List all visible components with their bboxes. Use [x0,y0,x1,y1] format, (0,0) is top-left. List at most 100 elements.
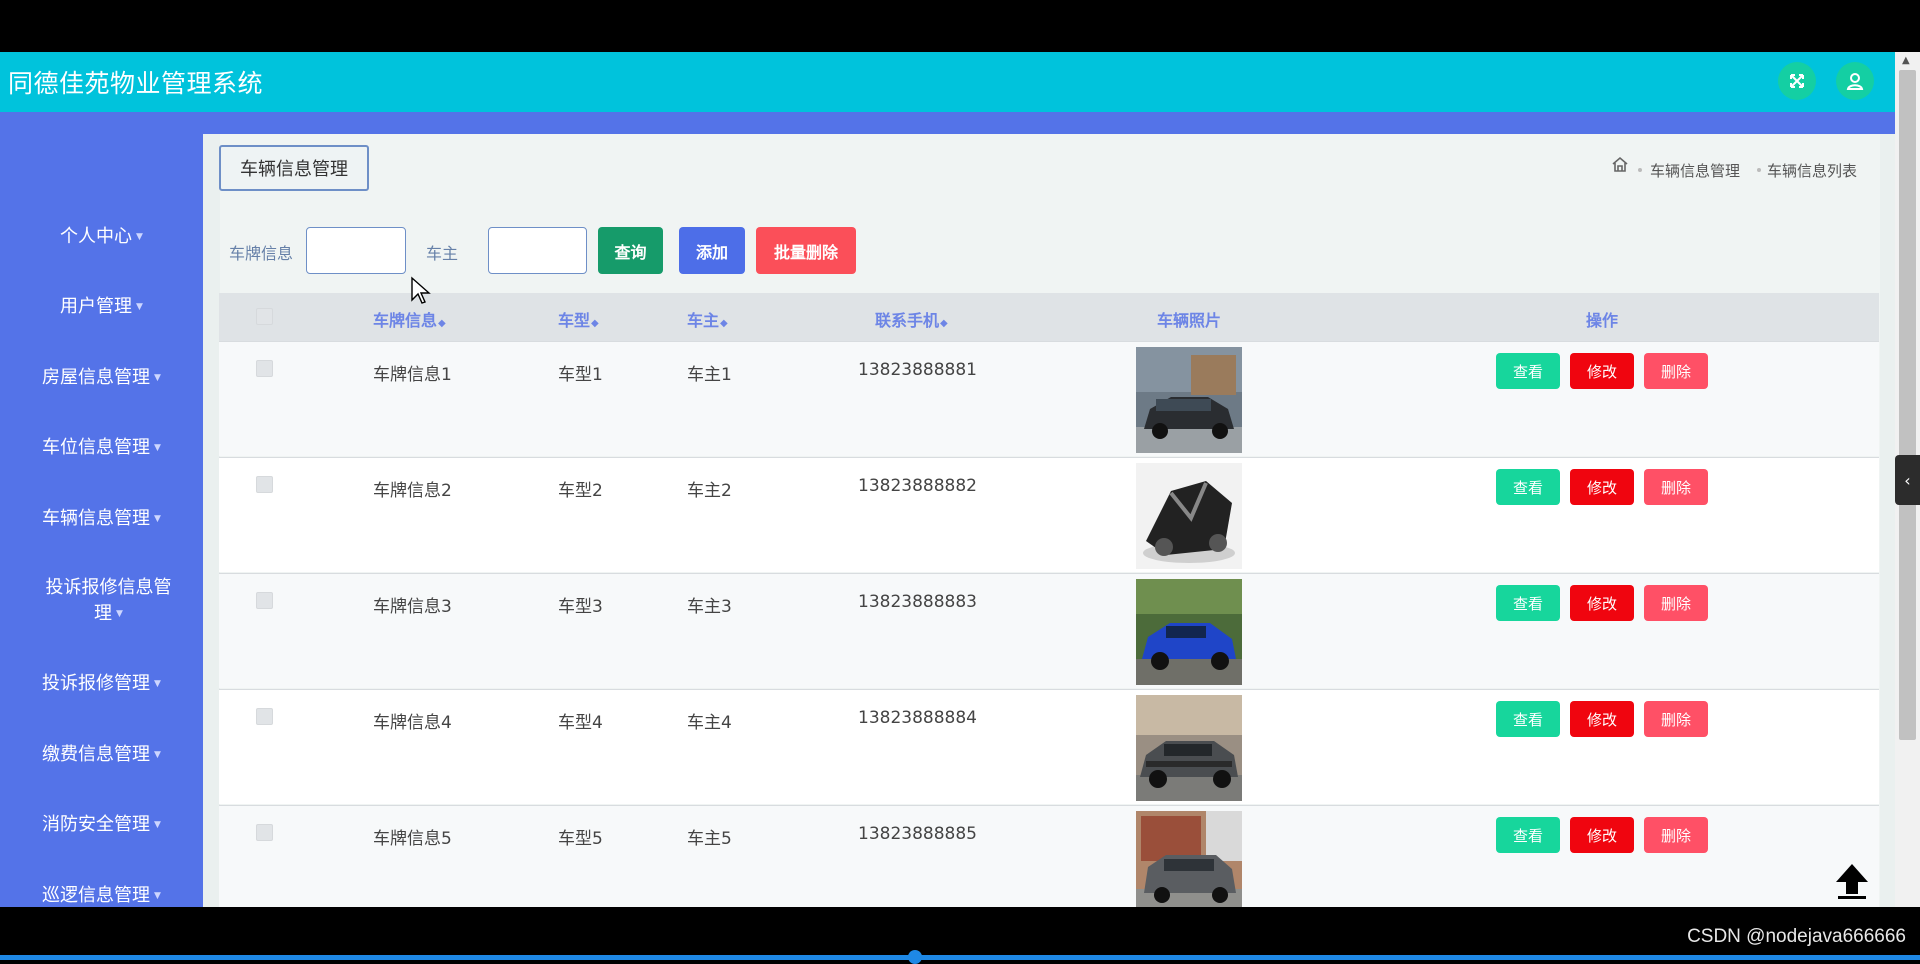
fullscreen-icon [1790,74,1804,88]
delete-button[interactable]: 删除 [1644,585,1708,621]
vehicle-photo[interactable] [1136,695,1242,801]
video-bottom-bar [0,907,1920,960]
edit-button[interactable]: 修改 [1570,701,1634,737]
row-checkbox[interactable] [256,824,273,841]
column-header-plate[interactable]: 车牌信息◆ [373,307,446,331]
sidebar-item-user-management[interactable]: 用户管理 ▼ [0,294,203,320]
vehicle-photo[interactable] [1136,347,1242,453]
home-icon[interactable] [1610,155,1630,175]
view-button[interactable]: 查看 [1496,817,1560,853]
row-checkbox[interactable] [256,708,273,725]
sort-icon: ◆ [591,318,599,329]
cell-owner: 车主2 [687,481,732,501]
vehicle-photo[interactable] [1136,463,1242,569]
cell-model: 车型4 [558,713,603,733]
sidebar-item-personal-center[interactable]: 个人中心 ▼ [0,224,203,250]
sidebar-item-parking-info[interactable]: 车位信息管理 ▼ [0,435,203,461]
sidebar-item-house-info[interactable]: 房屋信息管理 ▼ [0,365,203,391]
table-row: 车牌信息3 车型3 车主3 13823888883 查看 修改 删除 [219,573,1879,688]
header: 同德佳苑物业管理系统 [0,52,1895,112]
user-menu-button[interactable] [1836,62,1874,100]
column-header-owner[interactable]: 车主◆ [687,307,728,331]
view-button[interactable]: 查看 [1496,469,1560,505]
cell-plate: 车牌信息1 [373,365,452,385]
search-button[interactable]: 查询 [598,227,663,274]
table-row: 车牌信息4 车型4 车主4 13823888884 查看 修改 删除 [219,689,1879,804]
cell-phone: 13823888881 [858,360,977,380]
breadcrumb-separator [1638,168,1642,172]
scrollbar-thumb[interactable] [1899,70,1916,740]
car-image [1136,811,1242,908]
view-button[interactable]: 查看 [1496,585,1560,621]
caret-down-icon: ▼ [154,679,161,689]
video-top-bar [0,0,1920,52]
car-image [1136,463,1242,569]
vehicle-photo[interactable] [1136,579,1242,685]
edit-button[interactable]: 修改 [1570,585,1634,621]
video-progress-knob[interactable] [908,950,922,964]
caret-down-icon: ▼ [154,443,161,453]
delete-button[interactable]: 删除 [1644,701,1708,737]
view-button[interactable]: 查看 [1496,701,1560,737]
delete-button[interactable]: 删除 [1644,353,1708,389]
sidebar-item-complaint-repair[interactable]: 投诉报修管理 ▼ [0,671,203,697]
fullscreen-button[interactable] [1778,62,1816,100]
column-header-actions: 操作 [1586,311,1619,330]
cell-model: 车型2 [558,481,603,501]
cell-plate: 车牌信息5 [373,829,452,849]
row-checkbox[interactable] [256,592,273,609]
row-checkbox[interactable] [256,476,273,493]
batch-delete-button[interactable]: 批量删除 [756,227,856,274]
sidebar: 个人中心 ▼ 用户管理 ▼ 房屋信息管理 ▼ 车位信息管理 ▼ 车辆信息管理 ▼ 投诉报修… [0,134,203,907]
breadcrumb-separator [1757,168,1761,172]
delete-button[interactable]: 删除 [1644,469,1708,505]
table-row: 车牌信息2 车型2 车主2 13823888882 查看 修改 删除 [219,457,1879,572]
edit-button[interactable]: 修改 [1570,353,1634,389]
cell-phone: 13823888885 [858,824,977,844]
column-header-model[interactable]: 车型◆ [558,307,599,331]
caret-down-icon: ▼ [154,891,161,901]
select-all-checkbox[interactable] [256,308,273,325]
owner-filter-label: 车主 [426,244,459,263]
cell-phone: 13823888882 [858,476,977,496]
video-progress-bar[interactable] [0,955,1920,960]
page-title-tag: 车辆信息管理 [219,145,369,191]
caret-down-icon: ▼ [154,373,161,383]
caret-down-icon: ▼ [154,820,161,830]
add-button[interactable]: 添加 [679,227,745,274]
delete-button[interactable]: 删除 [1644,817,1708,853]
sidebar-item-patrol-info[interactable]: 巡逻信息管理 ▼ [0,883,203,907]
plate-filter-label: 车牌信息 [229,244,294,263]
plate-search-input[interactable] [306,227,406,274]
sidebar-item-complaint-repair-info[interactable]: 投诉报修信息管理 ▼ [0,575,203,627]
cell-phone: 13823888883 [858,592,977,612]
mouse-cursor-icon [411,276,431,304]
sidebar-item-fire-safety[interactable]: 消防安全管理 ▼ [0,812,203,838]
car-image [1136,347,1242,453]
caret-down-icon: ▼ [136,232,143,242]
back-to-top-icon[interactable] [1832,860,1872,900]
caret-down-icon: ▼ [154,514,161,524]
caret-down-icon: ▼ [154,750,161,760]
table-row: 车牌信息5 车型5 车主5 13823888885 查看 修改 删除 [219,805,1879,920]
sidebar-item-payment-info[interactable]: 缴费信息管理 ▼ [0,742,203,768]
sidebar-item-vehicle-info[interactable]: 车辆信息管理 ▼ [0,506,203,532]
breadcrumb-item[interactable]: 车辆信息管理 [1650,160,1740,181]
vehicle-photo[interactable] [1136,811,1242,917]
user-icon [1846,73,1864,90]
scroll-up-arrow-icon[interactable]: ▲ [1902,55,1910,66]
watermark: CSDN @nodejava666666 [1687,926,1906,947]
row-checkbox[interactable] [256,360,273,377]
view-button[interactable]: 查看 [1496,353,1560,389]
edit-button[interactable]: 修改 [1570,817,1634,853]
column-header-phone[interactable]: 联系手机◆ [875,307,948,331]
cell-owner: 车主4 [687,713,732,733]
cell-model: 车型1 [558,365,603,385]
cell-model: 车型3 [558,597,603,617]
edit-button[interactable]: 修改 [1570,469,1634,505]
chevron-left-icon[interactable]: ‹ [1895,455,1920,505]
column-header-photo: 车辆照片 [1157,311,1222,330]
owner-search-input[interactable] [488,227,587,274]
cell-owner: 车主1 [687,365,732,385]
cell-owner: 车主5 [687,829,732,849]
